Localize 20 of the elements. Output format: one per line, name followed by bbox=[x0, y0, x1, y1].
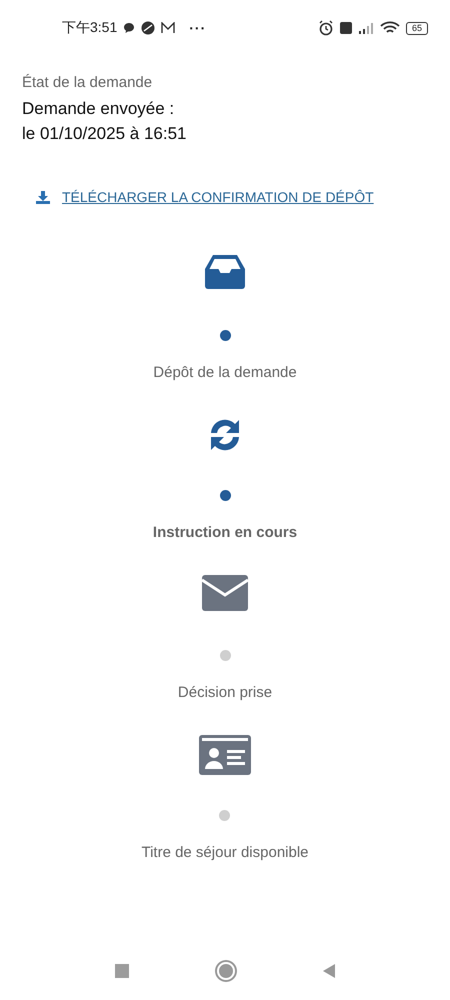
step-label: Instruction en cours bbox=[152, 524, 298, 541]
alarm-icon bbox=[318, 20, 334, 36]
download-icon bbox=[36, 190, 50, 204]
chat-bubble-icon bbox=[123, 22, 136, 34]
request-date: le 01/10/2025 à 16:51 bbox=[22, 123, 188, 145]
battery-level: 65 bbox=[406, 22, 428, 34]
step-label: Titre de séjour disponible bbox=[141, 844, 309, 861]
mail-icon bbox=[161, 22, 176, 34]
wifi-icon bbox=[380, 21, 400, 35]
signal-icon bbox=[358, 22, 374, 34]
step-label: Dépôt de la demande bbox=[153, 364, 297, 381]
request-status-label: État de la demande bbox=[22, 74, 154, 91]
app-circle-icon bbox=[141, 21, 156, 35]
request-status: Demande envoyée : bbox=[22, 98, 176, 120]
download-confirmation-link[interactable]: TÉLÉCHARGER LA CONFIRMATION DE DÉPÔT bbox=[62, 189, 374, 205]
clock-time: 下午3:51 bbox=[62, 19, 118, 37]
more-notifications: ··· bbox=[189, 20, 206, 36]
step-label: Décision prise bbox=[178, 684, 272, 701]
back-button[interactable] bbox=[323, 964, 335, 978]
home-button[interactable] bbox=[217, 962, 235, 980]
